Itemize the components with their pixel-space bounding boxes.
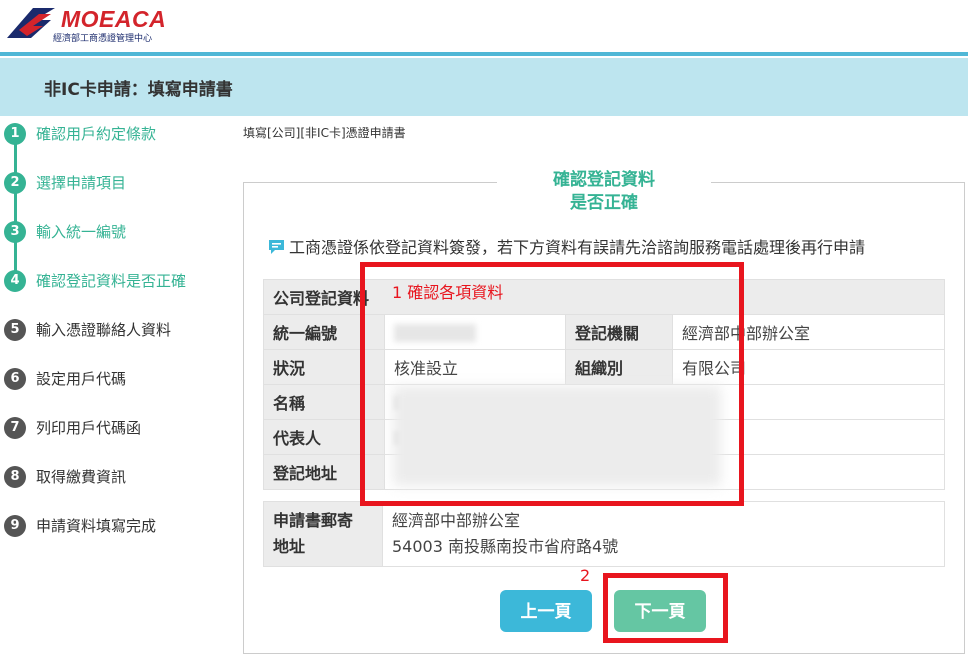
mail-value-line1: 經濟部中部辦公室	[392, 511, 521, 530]
step-3: 3 輸入統一編號	[0, 216, 240, 265]
logo-mark-icon	[7, 8, 55, 38]
step-number: 9	[4, 515, 26, 537]
breadcrumb: 填寫[公司][非IC卡]憑證申請書	[243, 126, 406, 140]
mail-address-value: 經濟部中部辦公室 54003 南投縣南投市省府路4號	[382, 501, 945, 567]
step-label: 確認用戶約定條款	[36, 125, 157, 143]
mail-address-table: 申請書郵寄 地址 經濟部中部辦公室 54003 南投縣南投市省府路4號	[263, 501, 945, 567]
header-divider	[0, 52, 968, 56]
card-title: 確認登記資料 是否正確	[497, 169, 711, 215]
step-label: 取得繳費資訊	[36, 468, 127, 486]
comment-icon	[269, 240, 284, 254]
step-label: 輸入憑證聯絡人資料	[36, 321, 172, 339]
mail-value-line2: 54003 南投縣南投市省府路4號	[392, 537, 619, 556]
step-label: 申請資料填寫完成	[36, 517, 157, 535]
step-number: 1	[4, 123, 26, 145]
step-9: 9 申請資料填寫完成	[0, 510, 240, 559]
step-1: 1 確認用戶約定條款	[0, 118, 240, 167]
step-label: 設定用戶代碼	[36, 370, 127, 388]
previous-page-button[interactable]: 上一頁	[500, 590, 592, 632]
step-label: 列印用戶代碼函	[36, 419, 142, 437]
info-note: 工商憑證係依登記資料簽發，若下方資料有誤請先洽諮詢服務電話處理後再行申請	[268, 234, 865, 258]
annotation-label-1: 1 確認各項資料	[392, 283, 504, 302]
title-bar: 非IC卡申請：填寫申請書	[0, 58, 968, 116]
step-5: 5 輸入憑證聯絡人資料	[0, 314, 240, 363]
mail-label-line2: 地址	[273, 537, 306, 556]
step-number: 4	[4, 270, 26, 292]
mail-address-label: 申請書郵寄 地址	[263, 501, 383, 567]
page-title: 非IC卡申請：填寫申請書	[44, 80, 233, 100]
card-title-line1: 確認登記資料	[553, 170, 655, 190]
step-label: 選擇申請項目	[36, 174, 127, 192]
card-title-line2: 是否正確	[570, 193, 638, 213]
step-label: 確認登記資料是否正確	[36, 272, 187, 290]
step-4: 4 確認登記資料是否正確	[0, 265, 240, 314]
step-number: 8	[4, 466, 26, 488]
info-note-text: 工商憑證係依登記資料簽發，若下方資料有誤請先洽諮詢服務電話處理後再行申請	[289, 238, 866, 257]
step-8: 8 取得繳費資訊	[0, 461, 240, 510]
annotation-label-2: 2	[580, 566, 591, 585]
step-number: 2	[4, 172, 26, 194]
table-row: 申請書郵寄 地址 經濟部中部辦公室 54003 南投縣南投市省府路4號	[263, 501, 945, 567]
step-6: 6 設定用戶代碼	[0, 363, 240, 412]
moeaca-logo[interactable]: MOEACA 經濟部工商憑證管理中心	[5, 6, 167, 46]
step-number: 3	[4, 221, 26, 243]
header: MOEACA 經濟部工商憑證管理中心	[0, 0, 968, 52]
logo-subtitle: 經濟部工商憑證管理中心	[53, 34, 153, 44]
step-number: 6	[4, 368, 26, 390]
step-number: 7	[4, 417, 26, 439]
step-7: 7 列印用戶代碼函	[0, 412, 240, 461]
step-2: 2 選擇申請項目	[0, 167, 240, 216]
logo-text: MOEACA	[61, 6, 167, 32]
mail-label-line1: 申請書郵寄	[273, 511, 354, 530]
annotation-box-2	[603, 573, 728, 643]
step-number: 5	[4, 319, 26, 341]
step-label: 輸入統一編號	[36, 223, 127, 241]
